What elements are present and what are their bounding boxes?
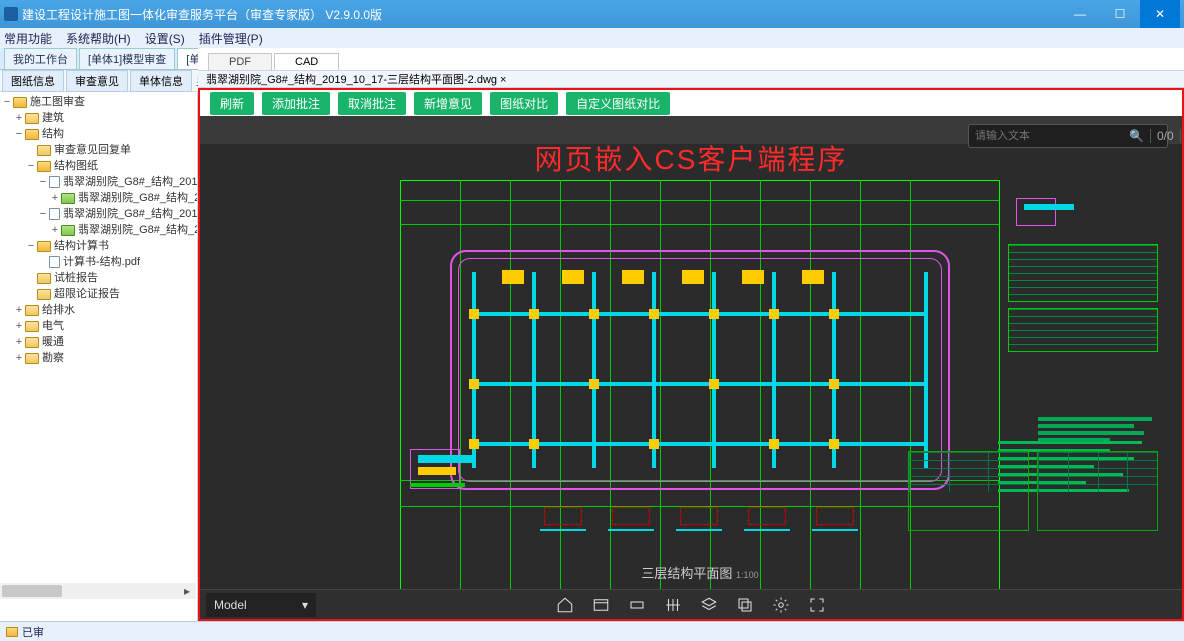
minimize-button[interactable]: —: [1060, 0, 1100, 28]
tree-node[interactable]: −结构: [2, 126, 197, 142]
fit-icon[interactable]: [628, 596, 646, 614]
overlay-headline: 网页嵌入CS客户端程序: [535, 138, 848, 178]
tree-node[interactable]: +建筑: [2, 110, 197, 126]
search-prev-icon[interactable]: ˄: [1181, 129, 1182, 143]
panel-tab-review-opinion[interactable]: 审查意见: [66, 70, 128, 92]
open-file-name[interactable]: 翡翠湖别院_G8#_结构_2019_10_17-三层结构平面图-2.dwg ×: [206, 71, 506, 87]
file-strip: 翡翠湖别院_G8#_结构_2019_10_17-三层结构平面图-2.dwg ×: [198, 70, 1184, 88]
model-label: Model: [214, 598, 247, 612]
window-title: 建设工程设计施工图一体化审查服务平台（审查专家版） V2.9.0.0版: [22, 6, 1060, 23]
panel-tab-drawing-info[interactable]: 图纸信息: [2, 70, 64, 92]
corner-detail: [410, 449, 500, 519]
status-text: 已审: [22, 624, 44, 640]
tree-node[interactable]: −翡翠湖别院_G8#_结构_2019_10_17-三: [2, 174, 197, 190]
panel-tab-body-info[interactable]: 单体信息: [130, 70, 192, 92]
action-bar: 刷新 添加批注 取消批注 新增意见 图纸对比 自定义图纸对比: [200, 90, 1182, 116]
tree-pane: −施工图审查 +建筑 −结构 审查意见回复单 −结构图纸 −翡翠湖别院_G8#_…: [0, 92, 198, 621]
window-select-icon[interactable]: [592, 596, 610, 614]
cad-bottom-bar: Model ▾: [200, 589, 1182, 619]
refresh-button[interactable]: 刷新: [210, 92, 254, 115]
compare-drawings-button[interactable]: 图纸对比: [490, 92, 558, 115]
document-format-tabs: PDF CAD: [198, 48, 1184, 70]
maximize-button[interactable]: ☐: [1100, 0, 1140, 28]
tab-my-desk[interactable]: 我的工作台: [4, 48, 77, 69]
tree-root-label: 施工图审查: [30, 96, 85, 108]
schedule-panel: [1008, 196, 1158, 358]
add-annotation-button[interactable]: 添加批注: [262, 92, 330, 115]
cad-viewport[interactable]: 网页嵌入CS客户端程序 🔍 0/0 ˄ ˅: [200, 116, 1182, 619]
chevron-down-icon: ▾: [302, 598, 308, 612]
app-icon: [4, 7, 18, 21]
menu-plugins[interactable]: 插件管理(P): [199, 30, 263, 47]
tab-pdf[interactable]: PDF: [208, 53, 272, 70]
content-area: PDF CAD 翡翠湖别院_G8#_结构_2019_10_17-三层结构平面图-…: [198, 92, 1184, 621]
tab-cad[interactable]: CAD: [274, 53, 339, 70]
tree-node[interactable]: 审查意见回复单: [2, 142, 197, 158]
tree-node[interactable]: −结构计算书: [2, 238, 197, 254]
search-icon[interactable]: 🔍: [1123, 129, 1150, 143]
scroll-right-arrow-icon[interactable]: ▸: [180, 583, 194, 599]
search-input[interactable]: [969, 130, 1123, 142]
scrollbar-thumb[interactable]: [2, 585, 62, 597]
search-count: 0/0: [1150, 129, 1181, 143]
tree-node[interactable]: +勘察: [2, 350, 197, 366]
copy-icon[interactable]: [736, 596, 754, 614]
new-opinion-button[interactable]: 新增意见: [414, 92, 482, 115]
status-bar: 已审: [0, 621, 1184, 641]
tree-root[interactable]: −施工图审查: [2, 94, 197, 110]
tree-node[interactable]: +翡翠湖别院_G8#_结构_2019_10_1: [2, 222, 197, 238]
model-space-dropdown[interactable]: Model ▾: [206, 593, 316, 617]
layers-icon[interactable]: [700, 596, 718, 614]
window-titlebar: 建设工程设计施工图一体化审查服务平台（审查专家版） V2.9.0.0版 — ☐ …: [0, 0, 1184, 28]
tree-node[interactable]: 试桩报告: [2, 270, 197, 286]
cancel-annotation-button[interactable]: 取消批注: [338, 92, 406, 115]
close-button[interactable]: ✕: [1140, 0, 1180, 28]
tree-node[interactable]: +电气: [2, 318, 197, 334]
status-folder-icon: [6, 627, 18, 637]
lower-right-tables: [908, 451, 1158, 531]
tree-node[interactable]: −翡翠湖别院_G8#_结构_2019_10_17-四: [2, 206, 197, 222]
menu-bar: 常用功能 系统帮助(H) 设置(S) 插件管理(P): [0, 28, 1184, 48]
search-box[interactable]: 🔍 0/0 ˄ ˅: [968, 124, 1168, 148]
menu-help[interactable]: 系统帮助(H): [66, 30, 131, 47]
tree-node[interactable]: 超限论证报告: [2, 286, 197, 302]
fullscreen-icon[interactable]: [808, 596, 826, 614]
stage: 刷新 添加批注 取消批注 新增意见 图纸对比 自定义图纸对比 网页嵌入CS客户端…: [198, 88, 1184, 621]
tree-node[interactable]: 计算书-结构.pdf: [2, 254, 197, 270]
align-icon[interactable]: [664, 596, 682, 614]
tree-node[interactable]: +给排水: [2, 302, 197, 318]
custom-compare-button[interactable]: 自定义图纸对比: [566, 92, 670, 115]
tree-node[interactable]: −结构图纸: [2, 158, 197, 174]
tab-model-review[interactable]: [单体1]模型审查: [79, 48, 175, 69]
drawing-caption: 三层结构平面图 1:100: [641, 563, 758, 582]
settings-icon[interactable]: [772, 596, 790, 614]
tree-horizontal-scrollbar[interactable]: ▸: [0, 583, 196, 599]
tree-node[interactable]: +暖通: [2, 334, 197, 350]
menu-settings[interactable]: 设置(S): [145, 30, 185, 47]
home-icon[interactable]: [556, 596, 574, 614]
menu-common[interactable]: 常用功能: [4, 30, 52, 47]
tree-node[interactable]: +翡翠湖别院_G8#_结构_2019_10_1: [2, 190, 197, 206]
